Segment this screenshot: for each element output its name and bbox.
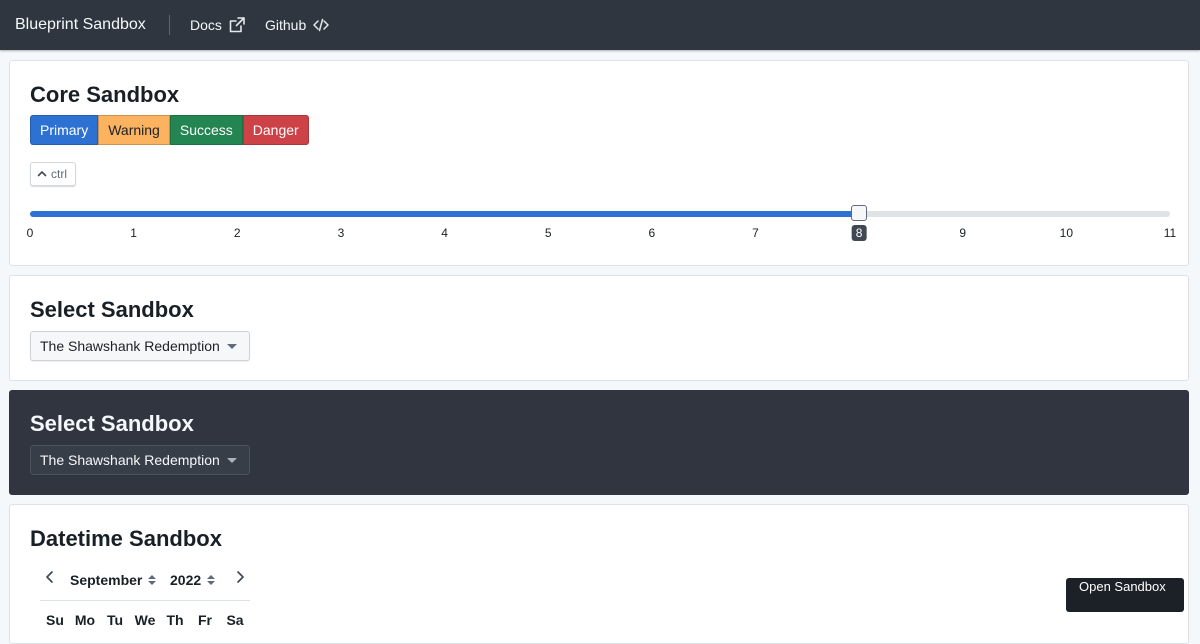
calendar-divider: [40, 600, 250, 601]
weekday-header: Tu: [106, 612, 124, 628]
share-icon: [229, 17, 245, 33]
chevron-left-icon[interactable]: [44, 570, 56, 584]
slider-fill: [30, 211, 860, 217]
double-caret-icon: [148, 575, 157, 585]
core-sandbox-card: Core Sandbox Primary Warning Success Dan…: [9, 60, 1189, 266]
film-select-dark-value: The Shawshank Redemption: [40, 452, 220, 468]
film-select-value: The Shawshank Redemption: [40, 338, 220, 354]
slider-tick-label: 10: [1059, 226, 1074, 240]
weekday-header: We: [134, 612, 156, 628]
code-icon: [313, 18, 329, 32]
slider-value-label: 8: [851, 225, 867, 241]
film-select-dark-button[interactable]: The Shawshank Redemption: [30, 445, 250, 475]
chevron-right-icon[interactable]: [234, 570, 246, 584]
slider-tick-label: 0: [26, 226, 34, 240]
select-sandbox-dark-title: Select Sandbox: [30, 411, 194, 436]
select-sandbox-card: Select Sandbox The Shawshank Redemption: [9, 275, 1189, 381]
success-button[interactable]: Success: [169, 115, 243, 145]
slider-tick-label: 4: [441, 226, 448, 240]
value-slider[interactable]: 8 0 1 2 3 4 5 6 7 9 10 11: [26, 203, 1176, 243]
year-select-value: 2022: [170, 572, 202, 588]
slider-tick-label: 6: [648, 226, 656, 240]
year-select[interactable]: 2022: [170, 572, 216, 588]
select-sandbox-dark-card: Select Sandbox The Shawshank Redemption: [9, 390, 1189, 495]
film-select-button[interactable]: The Shawshank Redemption: [30, 331, 250, 361]
slider-tick-label: 11: [1163, 226, 1177, 240]
slider-tick-label: 3: [337, 226, 345, 240]
github-link[interactable]: Github: [265, 17, 329, 33]
docs-link-label: Docs: [190, 17, 222, 33]
app-title: Blueprint Sandbox: [15, 16, 146, 33]
core-sandbox-title: Core Sandbox: [30, 82, 180, 107]
button-group: Primary Warning Success Danger: [30, 115, 309, 145]
month-select-value: September: [70, 572, 143, 588]
ctrl-key-label: ctrl: [51, 167, 67, 181]
caret-down-icon: [227, 344, 237, 349]
slider-tick-label: 1: [130, 226, 137, 240]
double-caret-icon: [207, 575, 216, 585]
weekday-header: Mo: [74, 612, 96, 628]
slider-tick-label: 7: [752, 226, 759, 240]
navbar-divider: [169, 15, 170, 35]
datetime-sandbox-title: Datetime Sandbox: [30, 526, 222, 551]
navbar: Blueprint Sandbox Docs Github: [0, 0, 1200, 50]
slider-tick-label: 9: [959, 226, 967, 240]
weekday-header: Fr: [198, 612, 212, 628]
slider-handle[interactable]: [851, 205, 868, 221]
github-link-label: Github: [265, 17, 307, 33]
slider-tick-label: 2: [233, 226, 241, 240]
ctrl-key-combo: ctrl: [30, 162, 76, 186]
caret-down-icon: [227, 458, 237, 463]
caret-up-icon: [37, 170, 47, 177]
danger-button[interactable]: Danger: [242, 115, 309, 145]
weekday-header: Su: [46, 612, 64, 628]
primary-button[interactable]: Primary: [30, 115, 99, 145]
datetime-sandbox-card: Datetime Sandbox September 2022 Su Mo Tu…: [9, 504, 1189, 644]
docs-link[interactable]: Docs: [190, 17, 245, 33]
weekday-header: Th: [166, 612, 184, 628]
month-select[interactable]: September: [70, 572, 157, 588]
select-sandbox-title: Select Sandbox: [30, 297, 194, 322]
weekday-header: Sa: [226, 612, 244, 628]
warning-button[interactable]: Warning: [98, 115, 170, 145]
open-sandbox-tooltip[interactable]: Open Sandbox: [1066, 578, 1184, 612]
slider-tick-label: 5: [544, 226, 552, 240]
